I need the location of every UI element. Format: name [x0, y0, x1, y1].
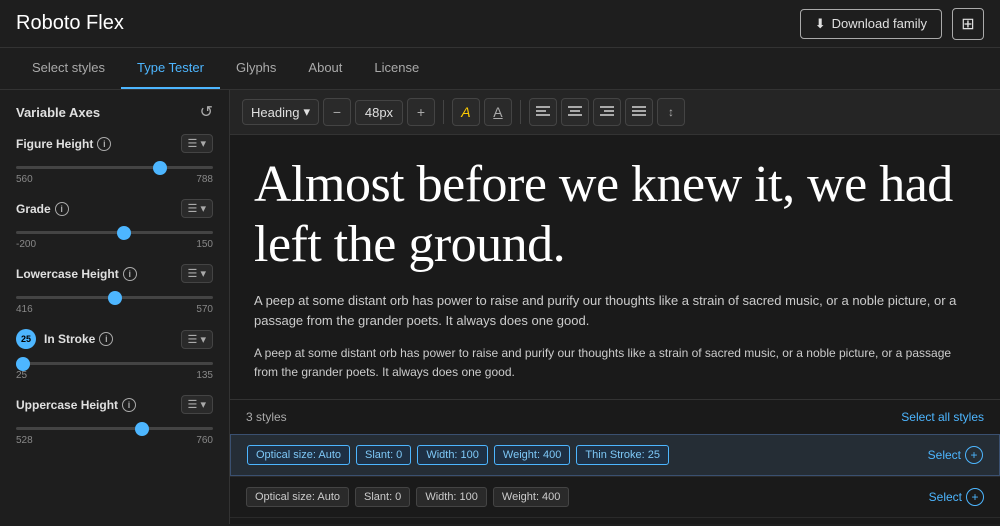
- figure-height-min: 560: [16, 174, 33, 185]
- tab-about[interactable]: About: [292, 48, 358, 89]
- style-tag: Thin Stroke: 25: [576, 445, 669, 465]
- align-justify-button[interactable]: [625, 98, 653, 126]
- thin-stroke-info-icon[interactable]: i: [99, 332, 113, 346]
- axis-label-thin-stroke: In Stroke: [44, 332, 95, 346]
- app-title: Roboto Flex: [16, 12, 124, 35]
- underline-button[interactable]: A: [484, 98, 512, 126]
- axis-grade: Grade i ☰ ▾ -200 150: [16, 199, 213, 250]
- thin-stroke-slider[interactable]: [16, 362, 213, 365]
- grid-icon: ⊞: [961, 14, 974, 34]
- style-row: Optical size: Auto Slant: 0 Width: 100 W…: [230, 476, 1000, 517]
- select-circle-icon: +: [966, 488, 984, 506]
- style-tag: Slant: 0: [355, 487, 410, 507]
- preview-body-1[interactable]: A peep at some distant orb has power to …: [254, 291, 976, 333]
- style-tag: Width: 100: [416, 487, 487, 507]
- thin-stroke-badge: 25: [16, 329, 36, 349]
- tab-type-tester[interactable]: Type Tester: [121, 48, 220, 89]
- toolbar-separator-1: [443, 100, 444, 124]
- grade-list-button[interactable]: ☰ ▾: [181, 199, 213, 218]
- styles-count: 3 styles: [246, 410, 287, 424]
- content-area: Heading ▾ − 48px + A A ↕: [230, 90, 1000, 524]
- lowercase-height-list-button[interactable]: ☰ ▾: [181, 264, 213, 283]
- tab-license[interactable]: License: [358, 48, 435, 89]
- axis-thin-stroke: 25 In Stroke i ☰ ▾ 25 135: [16, 329, 213, 381]
- thin-stroke-max: 135: [196, 370, 213, 381]
- axis-label-figure-height: Figure Height: [16, 137, 93, 151]
- style-row: Optical size: Auto Slant: 0 Width: 100 W…: [230, 517, 1000, 524]
- figure-height-info-icon[interactable]: i: [97, 137, 111, 151]
- sidebar: Variable Axes ↺ Figure Height i ☰ ▾ 560 …: [0, 90, 230, 524]
- lowercase-height-min: 416: [16, 304, 33, 315]
- font-size-display: 48px: [355, 100, 403, 125]
- align-left-button[interactable]: [529, 98, 557, 126]
- style-dropdown[interactable]: Heading ▾: [242, 99, 319, 125]
- select-style-2-link[interactable]: Select +: [929, 488, 984, 506]
- nav-tabs: Select styles Type Tester Glyphs About L…: [0, 48, 1000, 90]
- uppercase-height-slider[interactable]: [16, 427, 213, 430]
- axis-label-grade: Grade: [16, 202, 51, 216]
- main-layout: Variable Axes ↺ Figure Height i ☰ ▾ 560 …: [0, 90, 1000, 524]
- axis-label-lowercase-height: Lowercase Height: [16, 267, 119, 281]
- dropdown-chevron-icon: ▾: [303, 104, 310, 120]
- style-tag: Weight: 400: [494, 445, 571, 465]
- axis-lowercase-height: Lowercase Height i ☰ ▾ 416 570: [16, 264, 213, 315]
- decrease-font-size-button[interactable]: −: [323, 98, 351, 126]
- uppercase-height-list-button[interactable]: ☰ ▾: [181, 395, 213, 414]
- figure-height-list-button[interactable]: ☰ ▾: [181, 134, 213, 153]
- sidebar-header: Variable Axes ↺: [16, 102, 213, 122]
- select-style-1-link[interactable]: Select +: [928, 446, 983, 464]
- download-icon: ⬇: [815, 16, 826, 32]
- uppercase-height-info-icon[interactable]: i: [122, 398, 136, 412]
- figure-height-max: 788: [196, 174, 213, 185]
- grade-min: -200: [16, 239, 36, 250]
- line-height-button[interactable]: ↕: [657, 98, 685, 126]
- uppercase-height-max: 760: [196, 435, 213, 446]
- style-row: Optical size: Auto Slant: 0 Width: 100 W…: [230, 434, 1000, 476]
- grade-slider[interactable]: [16, 231, 213, 234]
- figure-height-slider[interactable]: [16, 166, 213, 169]
- style-tag: Optical size: Auto: [246, 487, 349, 507]
- select-all-styles-link[interactable]: Select all styles: [901, 410, 984, 424]
- style-tag: Optical size: Auto: [247, 445, 350, 465]
- toolbar-separator-2: [520, 100, 521, 124]
- style-tag: Weight: 400: [493, 487, 570, 507]
- highlight-button[interactable]: A: [452, 98, 480, 126]
- thin-stroke-list-button[interactable]: ☰ ▾: [181, 330, 213, 349]
- select-circle-icon: +: [965, 446, 983, 464]
- axis-label-uppercase-height: Uppercase Height: [16, 398, 118, 412]
- align-center-button[interactable]: [561, 98, 589, 126]
- header-right: ⬇ Download family ⊞: [800, 8, 984, 40]
- grade-info-icon[interactable]: i: [55, 202, 69, 216]
- lowercase-height-info-icon[interactable]: i: [123, 267, 137, 281]
- refresh-axes-button[interactable]: ↺: [200, 102, 213, 122]
- grid-view-button[interactable]: ⊞: [952, 8, 984, 40]
- tab-glyphs[interactable]: Glyphs: [220, 48, 292, 89]
- preview-body-2[interactable]: A peep at some distant orb has power to …: [254, 344, 976, 382]
- download-family-button[interactable]: ⬇ Download family: [800, 9, 942, 39]
- grade-max: 150: [196, 239, 213, 250]
- styles-list: 3 styles Select all styles Optical size:…: [230, 400, 1000, 524]
- axis-figure-height: Figure Height i ☰ ▾ 560 788: [16, 134, 213, 185]
- align-right-button[interactable]: [593, 98, 621, 126]
- increase-font-size-button[interactable]: +: [407, 98, 435, 126]
- lowercase-height-slider[interactable]: [16, 296, 213, 299]
- style-tag: Slant: 0: [356, 445, 411, 465]
- preview-heading[interactable]: Almost before we knew it, we had left th…: [254, 155, 976, 275]
- sidebar-title: Variable Axes: [16, 105, 100, 120]
- type-toolbar: Heading ▾ − 48px + A A ↕: [230, 90, 1000, 135]
- lowercase-height-max: 570: [196, 304, 213, 315]
- style-tag: Width: 100: [417, 445, 488, 465]
- tab-select-styles[interactable]: Select styles: [16, 48, 121, 89]
- top-header: Roboto Flex ⬇ Download family ⊞: [0, 0, 1000, 48]
- styles-header: 3 styles Select all styles: [230, 400, 1000, 434]
- axis-uppercase-height: Uppercase Height i ☰ ▾ 528 760: [16, 395, 213, 446]
- thin-stroke-min: 25: [16, 370, 27, 381]
- text-preview-area: Almost before we knew it, we had left th…: [230, 135, 1000, 400]
- uppercase-height-min: 528: [16, 435, 33, 446]
